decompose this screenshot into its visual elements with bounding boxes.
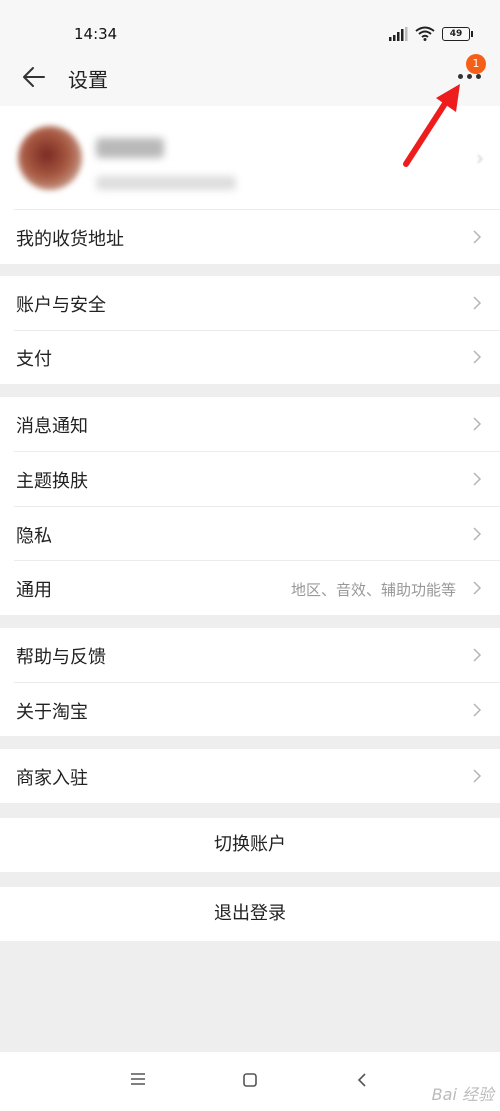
- row-label: 关于淘宝: [16, 702, 88, 723]
- wifi-icon: [415, 26, 435, 41]
- row-label: 隐私: [16, 526, 52, 547]
- logout-button[interactable]: 退出登录: [0, 887, 500, 941]
- home-icon[interactable]: [242, 1072, 258, 1088]
- profile-subtitle-blurred: [96, 176, 236, 190]
- profile-name-blurred: [96, 138, 164, 158]
- back-arrow-icon[interactable]: [20, 64, 48, 90]
- chevron-right-icon: [473, 296, 482, 310]
- row-label: 帮助与反馈: [16, 647, 106, 668]
- chevron-right-icon: [473, 648, 482, 662]
- row-payment[interactable]: 支付: [0, 330, 500, 384]
- more-dot-icon: [458, 74, 463, 79]
- status-time: 14:34: [74, 25, 118, 43]
- profile-chevron-icon: ›: [476, 146, 484, 170]
- row-hint: 地区、音效、辅助功能等: [290, 581, 456, 599]
- help-card: 帮助与反馈 关于淘宝: [0, 628, 500, 736]
- back-icon[interactable]: [356, 1072, 368, 1088]
- row-shipping-address[interactable]: 我的收货地址: [0, 210, 500, 264]
- chevron-right-icon: [473, 230, 482, 244]
- preferences-card: 消息通知 主题换肤 隐私 通用 地区、音效、辅助功能等: [0, 397, 500, 615]
- row-label: 消息通知: [16, 416, 88, 437]
- chevron-right-icon: [473, 703, 482, 717]
- battery-indicator: 49: [442, 26, 473, 41]
- chevron-right-icon: [473, 417, 482, 431]
- row-label: 账户与安全: [16, 295, 106, 316]
- row-label: 主题换肤: [16, 471, 88, 492]
- status-bar: 14:34 49: [0, 0, 500, 48]
- row-general[interactable]: 通用 地区、音效、辅助功能等: [0, 561, 500, 615]
- row-about[interactable]: 关于淘宝: [0, 683, 500, 737]
- menu-icon[interactable]: [130, 1072, 146, 1086]
- chevron-right-icon: [473, 472, 482, 486]
- switch-account-label: 切换账户: [214, 834, 286, 855]
- row-notifications[interactable]: 消息通知: [0, 397, 500, 451]
- notification-badge: 1: [466, 54, 486, 74]
- merchant-card: 商家入驻: [0, 749, 500, 803]
- avatar: [18, 126, 82, 190]
- switch-account-button[interactable]: 切换账户: [0, 818, 500, 872]
- chevron-right-icon: [473, 350, 482, 364]
- row-help-feedback[interactable]: 帮助与反馈: [0, 628, 500, 682]
- row-privacy[interactable]: 隐私: [0, 507, 500, 561]
- signal-icon: [389, 26, 408, 41]
- row-label: 商家入驻: [16, 768, 88, 789]
- system-nav-bar: Bai 经验: [0, 1052, 500, 1111]
- page-title: 设置: [68, 68, 108, 92]
- row-account-security[interactable]: 账户与安全: [0, 276, 500, 330]
- chevron-right-icon: [473, 581, 482, 595]
- row-label: 通用: [16, 580, 52, 601]
- account-card: 账户与安全 支付: [0, 276, 500, 384]
- row-label: 支付: [16, 349, 52, 370]
- logout-label: 退出登录: [214, 903, 286, 924]
- row-label: 我的收货地址: [16, 229, 124, 250]
- status-icons: 49: [388, 26, 473, 41]
- watermark-logo: Bai 经验: [431, 1085, 494, 1104]
- row-merchant[interactable]: 商家入驻: [0, 749, 500, 803]
- more-dot-icon: [467, 74, 472, 79]
- more-dot-icon: [476, 74, 481, 79]
- chevron-right-icon: [473, 527, 482, 541]
- chevron-right-icon: [473, 769, 482, 783]
- annotation-arrow-icon: [403, 84, 460, 167]
- row-theme[interactable]: 主题换肤: [0, 452, 500, 506]
